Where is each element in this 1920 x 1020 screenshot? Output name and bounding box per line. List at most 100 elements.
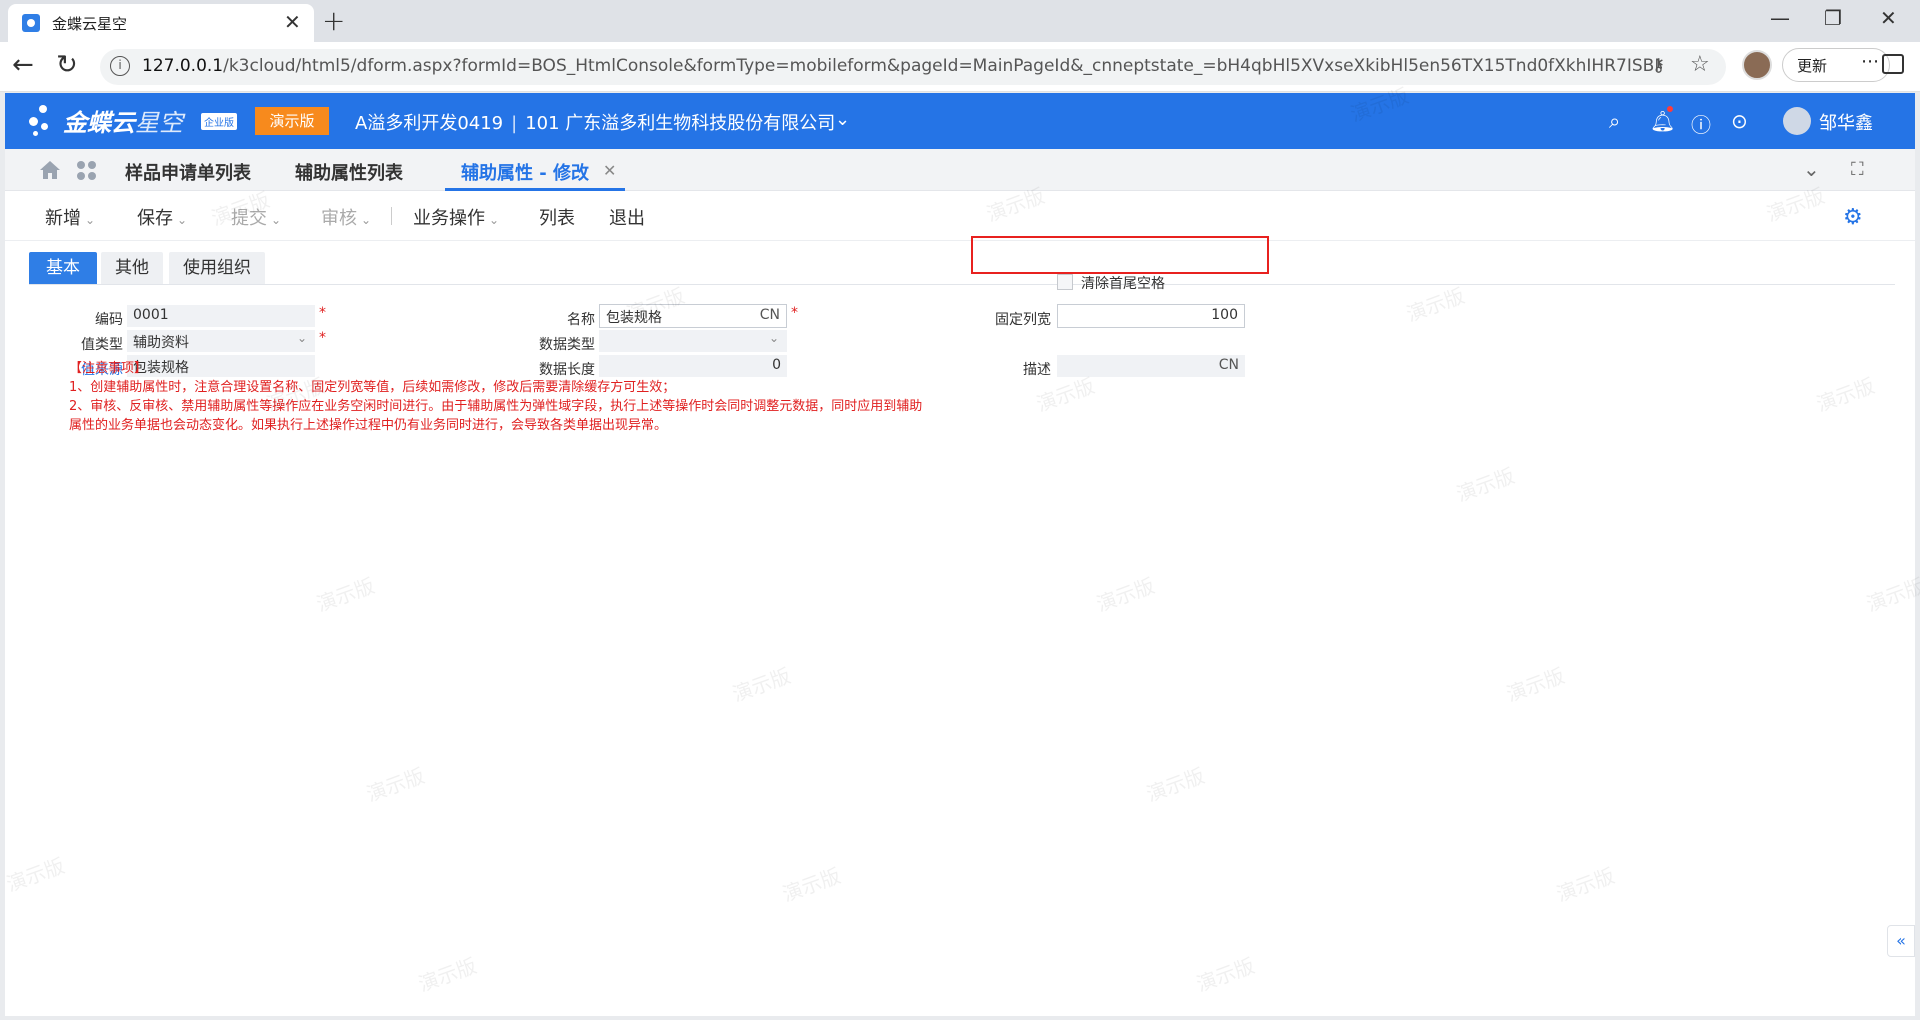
required-mark: * (319, 330, 326, 346)
save-button[interactable]: 保存 ⌄ (137, 204, 187, 230)
list-button[interactable]: 列表 (539, 204, 575, 230)
app-header: 金蝶云星空 企业版 演示版 A溢多利开发0419 | 101 广东溢多利生物科技股份… (5, 93, 1915, 149)
trim-checkbox[interactable] (1057, 274, 1073, 290)
watermark: 演示版 (415, 953, 480, 997)
tab-aux-property-list[interactable]: 辅助属性列表 (295, 159, 403, 185)
gear-icon[interactable]: ⚙ (1843, 205, 1863, 230)
watermark: 演示版 (1143, 763, 1208, 807)
search-icon[interactable]: ⌕ (1609, 109, 1620, 133)
tab-sample-request-list[interactable]: 样品申请单列表 (125, 159, 251, 185)
watermark: 演示版 (779, 863, 844, 907)
site-info-icon[interactable]: i (110, 56, 130, 76)
language-suffix: CN (759, 307, 780, 323)
audit-button[interactable]: 审核 ⌄ (321, 204, 371, 230)
data-type-select[interactable]: ⌄ (599, 330, 787, 352)
business-operation-button[interactable]: 业务操作 ⌄ (413, 204, 499, 230)
demo-badge: 演示版 (255, 107, 329, 135)
close-window-icon[interactable]: ✕ (1880, 6, 1897, 30)
form-tab-divider (29, 284, 1895, 285)
tab-basic[interactable]: 基本 (29, 252, 97, 284)
logo-icon (27, 103, 63, 139)
notes-line-1: 1、创建辅助属性时，注意合理设置名称、固定列宽等值，后续如需修改，修改后需要清除… (69, 380, 676, 395)
name-label: 名称 (567, 312, 595, 328)
app-favicon-icon (22, 14, 40, 32)
back-icon[interactable]: ← (12, 50, 34, 80)
reload-icon[interactable]: ↻ (56, 50, 78, 80)
user-name[interactable]: 邹华鑫 (1819, 109, 1873, 135)
close-tab-icon[interactable]: ✕ (284, 10, 301, 34)
chevron-down-icon: ⌄ (489, 213, 500, 227)
url-input[interactable]: i 127.0.0.1/k3cloud/html5/dform.aspx?for… (100, 49, 1726, 85)
chevron-down-icon[interactable]: ⌄ (835, 109, 850, 130)
more-icon[interactable]: ⊙ (1731, 109, 1748, 133)
new-tab-icon[interactable]: + (322, 4, 345, 37)
toolbar-divider (391, 207, 392, 225)
help-icon[interactable]: ⓘ (1691, 109, 1711, 138)
edition-badge: 企业版 (201, 113, 237, 130)
code-field[interactable]: 0001 (127, 305, 315, 327)
avatar[interactable] (1783, 107, 1811, 135)
browser-tab[interactable]: 金蝶云星空 ✕ (8, 4, 314, 42)
tab-other[interactable]: 其他 (101, 252, 163, 284)
tab-use-org[interactable]: 使用组织 (169, 252, 265, 284)
value-type-select[interactable]: 辅助资料 ⌄ (127, 330, 315, 352)
toolbar: 新增 ⌄ 保存 ⌄ 提交 ⌄ 审核 ⌄ 业务操作 ⌄ 列表 退出 ⚙ (5, 191, 1915, 241)
more-icon[interactable]: ⋯ (1861, 51, 1879, 72)
minimize-icon[interactable]: — (1770, 6, 1790, 30)
watermark: 演示版 (1503, 663, 1568, 707)
chevron-down-icon: ⌄ (271, 213, 282, 227)
required-mark: * (791, 305, 798, 321)
exit-button[interactable]: 退出 (609, 204, 645, 230)
profile-avatar[interactable] (1742, 50, 1772, 80)
chevron-down-icon: ⌄ (85, 213, 96, 227)
url-text: 127.0.0.1/k3cloud/html5/dform.aspx?formI… (142, 56, 1662, 76)
notes-line-3: 属性的业务单据也会动态变化。如果执行上述操作过程中仍有业务同时进行，会导致各类单… (69, 418, 668, 433)
value-type-label: 值类型 (81, 337, 123, 353)
fixed-width-field[interactable]: 100 (1057, 304, 1245, 328)
watermark: 演示版 (1863, 573, 1920, 617)
watermark: 演示版 (1403, 283, 1468, 327)
chevron-down-icon: ⌄ (177, 213, 188, 227)
language-suffix: CN (1218, 357, 1239, 373)
browser-tab-title: 金蝶云星空 (52, 15, 128, 33)
expand-panel-icon[interactable]: « (1887, 925, 1915, 957)
tab-aux-property-edit[interactable]: 辅助属性 - 修改 (461, 159, 589, 185)
notes-line-2: 2、审核、反审核、禁用辅助属性等操作应在业务空闲时间进行。由于辅助属性为弹性域字… (69, 399, 923, 414)
add-button[interactable]: 新增 ⌄ (45, 204, 95, 230)
chevron-down-icon: ⌄ (768, 331, 779, 345)
code-label: 编码 (95, 312, 123, 328)
chevron-down-icon: ⌄ (361, 213, 372, 227)
home-icon[interactable] (39, 159, 61, 181)
star-icon[interactable]: ☆ (1690, 52, 1710, 77)
data-type-label: 数据类型 (539, 337, 595, 353)
restore-icon[interactable]: ❐ (1824, 6, 1842, 30)
watermark: 演示版 (1193, 953, 1258, 997)
address-bar: ← ↻ i 127.0.0.1/k3cloud/html5/dform.aspx… (0, 42, 1920, 92)
trim-label: 清除首尾空格 (1081, 276, 1165, 292)
fullscreen-icon[interactable]: ⛶ (1851, 159, 1864, 180)
required-mark: * (319, 305, 326, 321)
notification-dot (1667, 106, 1673, 112)
sidebar-toggle-icon[interactable] (1882, 54, 1904, 74)
watermark: 演示版 (729, 663, 794, 707)
chevron-down-icon: ⌄ (296, 331, 307, 345)
watermark: 演示版 (3, 853, 68, 897)
watermark: 演示版 (363, 763, 428, 807)
close-tab-icon[interactable]: ✕ (603, 161, 616, 180)
notes-section: 【注意事项】 1、创建辅助属性时，注意合理设置名称、固定列宽等值，后续如需修改，… (69, 359, 1069, 435)
watermark: 演示版 (1453, 463, 1518, 507)
browser-tabbar: 金蝶云星空 ✕ + — ❐ ✕ (0, 0, 1920, 42)
notes-title: 【注意事项】 (69, 361, 148, 376)
bell-icon[interactable]: 🔔︎ (1650, 109, 1675, 133)
org-selector[interactable]: A溢多利开发0419 | 101 广东溢多利生物科技股份有限公司 (355, 109, 835, 135)
watermark: 演示版 (1093, 573, 1158, 617)
logo-text: 金蝶云星空 (63, 109, 183, 137)
watermark: 演示版 (1813, 373, 1878, 417)
apps-grid-icon[interactable] (77, 161, 97, 181)
watermark: 演示版 (1553, 863, 1618, 907)
update-button[interactable]: 更新 ⋯ (1782, 48, 1890, 82)
chevron-down-icon[interactable]: ⌄ (1803, 157, 1820, 181)
main-content: 样品申请单列表 辅助属性列表 辅助属性 - 修改 ✕ ⌄ ⛶ 新增 ⌄ 保存 ⌄ 提… (3, 83, 1920, 1016)
key-icon[interactable]: ⚷ (1652, 55, 1665, 76)
fixed-width-label: 固定列宽 (995, 312, 1051, 328)
